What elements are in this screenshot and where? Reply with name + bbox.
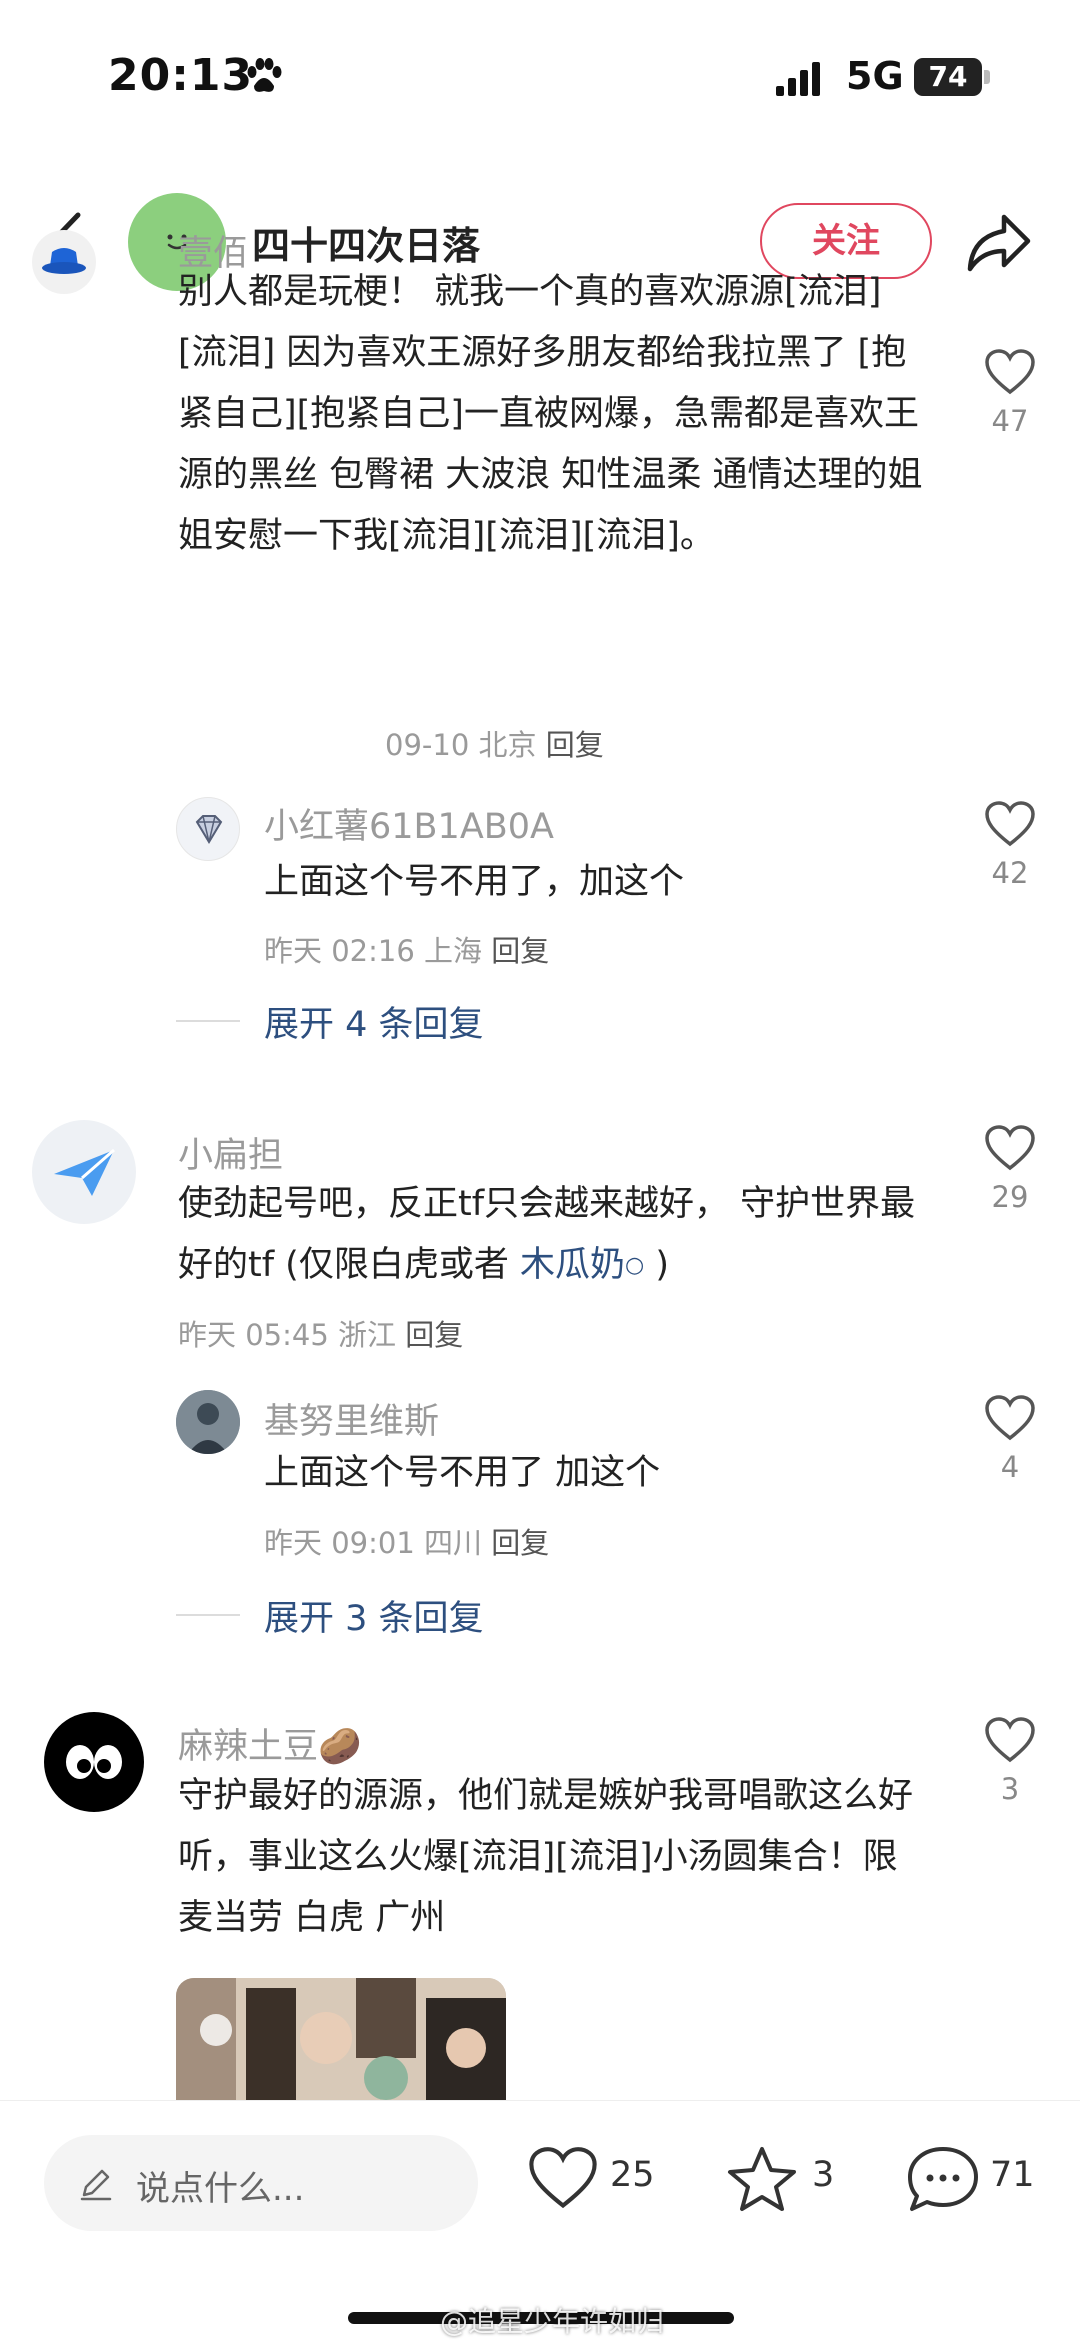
expand-replies-button[interactable]: 展开 4 条回复 xyxy=(264,996,484,1047)
comment-avatar[interactable] xyxy=(44,1712,144,1812)
reply-link[interactable]: 回复 xyxy=(491,934,549,968)
status-time: 20:13 xyxy=(108,50,254,101)
comment-input-placeholder: 说点什么... xyxy=(136,2169,305,2209)
comment-avatar[interactable] xyxy=(32,230,96,294)
heart-icon xyxy=(985,1395,1035,1441)
network-label: 5G xyxy=(846,54,904,98)
mention-link[interactable]: 木瓜奶 xyxy=(520,1245,625,1285)
expand-divider xyxy=(176,1020,240,1022)
heart-icon xyxy=(985,1717,1035,1763)
cartoon-eyes-icon xyxy=(66,1745,122,1779)
reply-avatar[interactable] xyxy=(176,1390,240,1454)
collage-photo xyxy=(176,1978,506,2100)
comment-text: 守护最好的源源，他们就是嫉妒我哥唱歌这么好听，事业这么火爆[流泪][流泪]小汤圆… xyxy=(178,1776,914,1938)
potato-emoji: 🥔 xyxy=(318,1727,362,1767)
person-photo xyxy=(176,1390,240,1454)
favorite-button[interactable]: 3 xyxy=(726,2145,846,2225)
watermark: @追星少年许如归 xyxy=(440,2305,665,2338)
comment-like-button[interactable]: 3 xyxy=(965,1716,1055,1806)
reply-location: 四川 xyxy=(424,1526,483,1560)
star-icon xyxy=(728,2147,796,2211)
comment-location: 浙江 xyxy=(338,1318,397,1352)
reply-location: 上海 xyxy=(424,934,483,968)
comment-date: 09-10 xyxy=(385,728,470,762)
comment-username[interactable]: 麻辣土豆🥔 xyxy=(178,1718,362,1769)
diamond-icon xyxy=(195,815,223,844)
comment-button[interactable]: 71 xyxy=(906,2145,1046,2225)
reply-avatar[interactable] xyxy=(176,797,240,861)
reply-meta: 昨天 09:01 四川 回复 xyxy=(264,1520,549,1562)
reply-date: 昨天 09:01 xyxy=(264,1526,415,1560)
heart-icon xyxy=(529,2147,597,2209)
chat-bubble-icon xyxy=(908,2147,978,2211)
battery-indicator: 74 xyxy=(914,58,982,96)
like-count: 42 xyxy=(991,856,1029,890)
bucket-hat-icon xyxy=(42,248,86,274)
reply-text: 上面这个号不用了 加这个 xyxy=(264,1453,661,1493)
reply-like-button[interactable]: 4 xyxy=(965,1394,1055,1484)
share-icon[interactable] xyxy=(964,211,1034,275)
battery-cap xyxy=(984,70,990,84)
comment-input[interactable]: 说点什么... xyxy=(44,2135,478,2231)
reply-link[interactable]: 回复 xyxy=(491,1526,549,1560)
comment-meta: 昨天 05:45 浙江 回复 xyxy=(178,1312,463,1354)
comment-avatar[interactable] xyxy=(32,1120,136,1224)
paper-plane-icon xyxy=(54,1148,115,1196)
comment-meta: 09-10 北京 回复 xyxy=(385,722,604,764)
heart-icon xyxy=(985,801,1035,847)
comment-like-button[interactable]: 29 xyxy=(965,1124,1055,1214)
paw-icon xyxy=(247,58,282,92)
comment-date: 昨天 05:45 xyxy=(178,1318,329,1352)
pencil-icon xyxy=(80,2169,112,2201)
heart-icon xyxy=(985,1125,1035,1171)
reply-like-button[interactable]: 42 xyxy=(965,800,1055,890)
comment-text-tail: ) xyxy=(655,1245,669,1285)
status-bar: 20:13 5G 74 xyxy=(0,0,1080,160)
comment-username[interactable]: 小扁担 xyxy=(178,1127,283,1178)
comment-location: 北京 xyxy=(478,728,537,762)
comment-count: 71 xyxy=(990,2155,1035,2195)
reply-link[interactable]: 回复 xyxy=(546,728,604,762)
reply-link[interactable]: 回复 xyxy=(405,1318,463,1352)
reply-date: 昨天 02:16 xyxy=(264,934,415,968)
like-count: 4 xyxy=(1000,1450,1020,1484)
signal-icon xyxy=(776,62,820,96)
mention-icon: ○ xyxy=(624,1253,645,1278)
like-count: 47 xyxy=(991,404,1029,438)
like-count: 29 xyxy=(991,1180,1029,1214)
reply-text: 上面这个号不用了，加这个 xyxy=(264,862,685,902)
expand-replies-button[interactable]: 展开 3 条回复 xyxy=(264,1590,484,1641)
like-count: 3 xyxy=(1000,1772,1020,1806)
reply-meta: 昨天 02:16 上海 回复 xyxy=(264,928,549,970)
favorite-count: 3 xyxy=(812,2155,835,2195)
comment-like-button[interactable]: 47 xyxy=(965,348,1055,438)
reply-username[interactable]: 基努里维斯 xyxy=(264,1393,439,1444)
comment-text: 别人都是玩梗！ 就我一个真的喜欢源源[流泪][流泪] 因为喜欢王源好多朋友都给我… xyxy=(178,272,923,556)
like-count: 25 xyxy=(610,2155,655,2195)
expand-divider xyxy=(176,1614,240,1616)
comment-image[interactable] xyxy=(176,1978,506,2100)
like-button[interactable]: 25 xyxy=(526,2145,666,2225)
reply-username[interactable]: 小红薯61B1AB0A xyxy=(264,798,554,849)
comment-text: 使劲起号吧，反正tf只会越来越好， 守护世界最好的tf (仅限白虎或者 木瓜奶○… xyxy=(178,1174,930,1296)
heart-icon xyxy=(985,349,1035,395)
